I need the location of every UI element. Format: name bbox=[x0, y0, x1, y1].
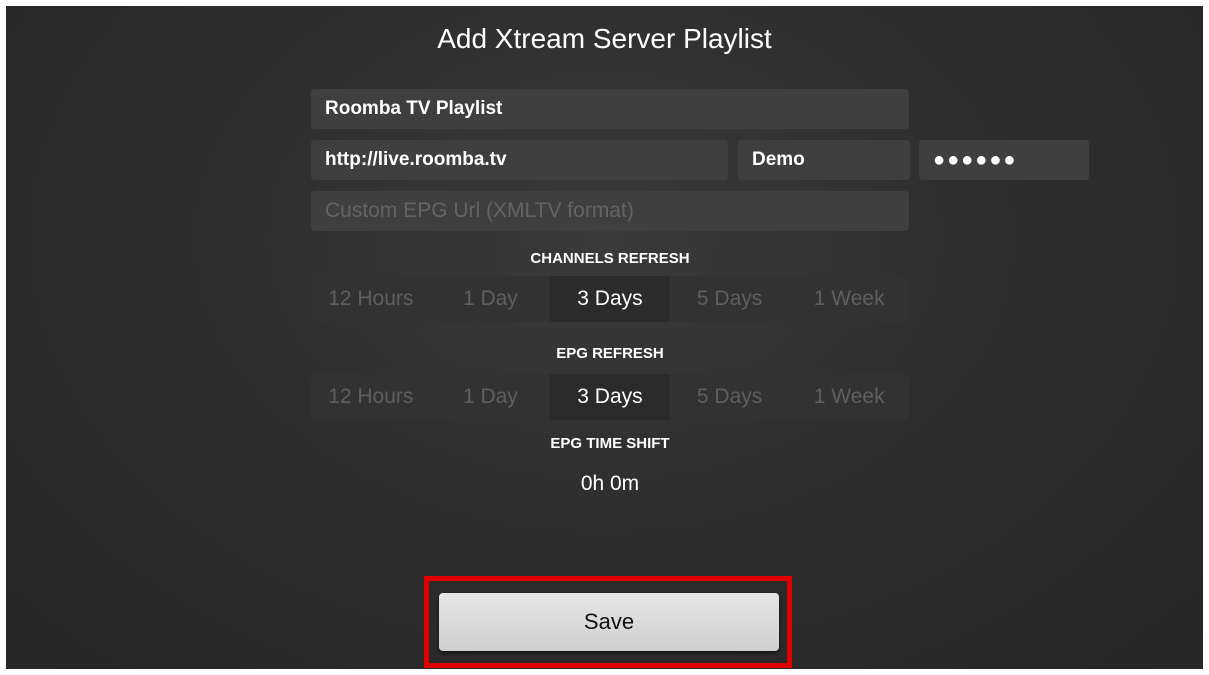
channels-refresh-label: CHANNELS REFRESH bbox=[530, 250, 690, 267]
page-title: Add Xtream Server Playlist bbox=[437, 23, 772, 54]
channels-refresh-option-3-days[interactable]: 3 Days bbox=[550, 276, 670, 322]
epg-refresh-label: EPG REFRESH bbox=[556, 345, 664, 362]
channels-refresh-option-1-day[interactable]: 1 Day bbox=[431, 276, 551, 322]
epg-refresh-option-3-days[interactable]: 3 Days bbox=[550, 374, 670, 420]
server-url-field[interactable]: http://live.roomba.tv bbox=[311, 140, 728, 180]
playlist-name-field[interactable]: Roomba TV Playlist bbox=[311, 89, 909, 129]
epg-refresh-option-5-days[interactable]: 5 Days bbox=[670, 374, 790, 420]
save-button[interactable]: Save bbox=[439, 593, 779, 651]
epg-refresh-option-1-day[interactable]: 1 Day bbox=[431, 374, 551, 420]
password-field[interactable]: ●●●●●● bbox=[919, 140, 1089, 180]
epg-url-field[interactable]: Custom EPG Url (XMLTV format) bbox=[311, 191, 909, 231]
epg-refresh-option-1-week[interactable]: 1 Week bbox=[789, 374, 909, 420]
epg-refresh-selector: 12 Hours 1 Day 3 Days 5 Days 1 Week bbox=[311, 374, 909, 420]
channels-refresh-option-1-week[interactable]: 1 Week bbox=[789, 276, 909, 322]
epg-time-shift-label: EPG TIME SHIFT bbox=[550, 435, 670, 452]
channels-refresh-option-5-days[interactable]: 5 Days bbox=[670, 276, 790, 322]
epg-time-shift-value[interactable]: 0h 0m bbox=[311, 470, 909, 498]
channels-refresh-option-12-hours[interactable]: 12 Hours bbox=[311, 276, 431, 322]
tv-screen: Add Xtream Server Playlist Roomba TV Pla… bbox=[6, 6, 1203, 669]
epg-refresh-option-12-hours[interactable]: 12 Hours bbox=[311, 374, 431, 420]
channels-refresh-selector: 12 Hours 1 Day 3 Days 5 Days 1 Week bbox=[311, 276, 909, 322]
username-field[interactable]: Demo bbox=[738, 140, 910, 180]
